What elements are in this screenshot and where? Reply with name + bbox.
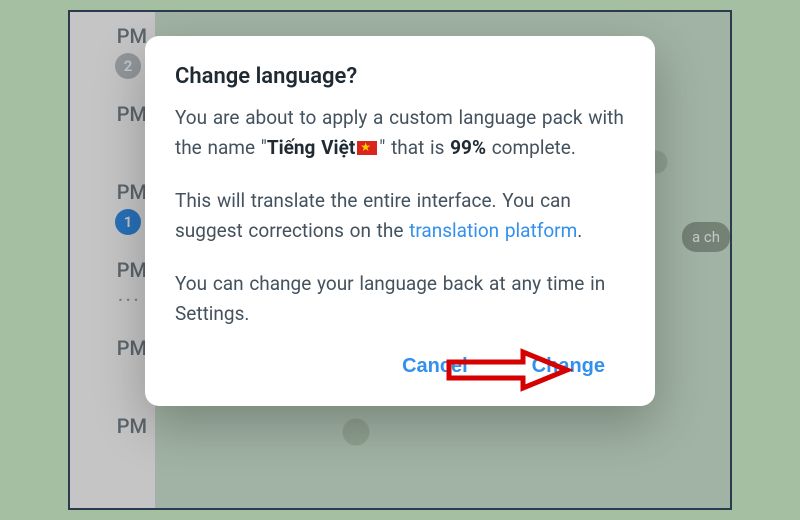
app-frame: PM 2 PM PM 1 PM ... PM PM a ch [68, 10, 732, 510]
change-button[interactable]: Change [520, 347, 617, 386]
translation-platform-link[interactable]: translation platform [409, 219, 577, 242]
dialog-body-3: You can change your language back at any… [175, 269, 625, 330]
cancel-button[interactable]: Cancel [390, 347, 480, 386]
dialog-title: Change language? [175, 64, 625, 89]
change-language-dialog: Change language? You are about to apply … [145, 36, 655, 406]
modal-overlay: Change language? You are about to apply … [70, 12, 730, 508]
dialog-body-2: This will translate the entire interface… [175, 186, 625, 247]
dialog-body-1: You are about to apply a custom language… [175, 103, 625, 164]
vietnam-flag-icon [357, 141, 377, 155]
dialog-actions: Cancel Change [175, 337, 625, 392]
completion-percent: 99% [450, 136, 486, 159]
language-pack-name: Tiếng Việt [267, 136, 355, 159]
